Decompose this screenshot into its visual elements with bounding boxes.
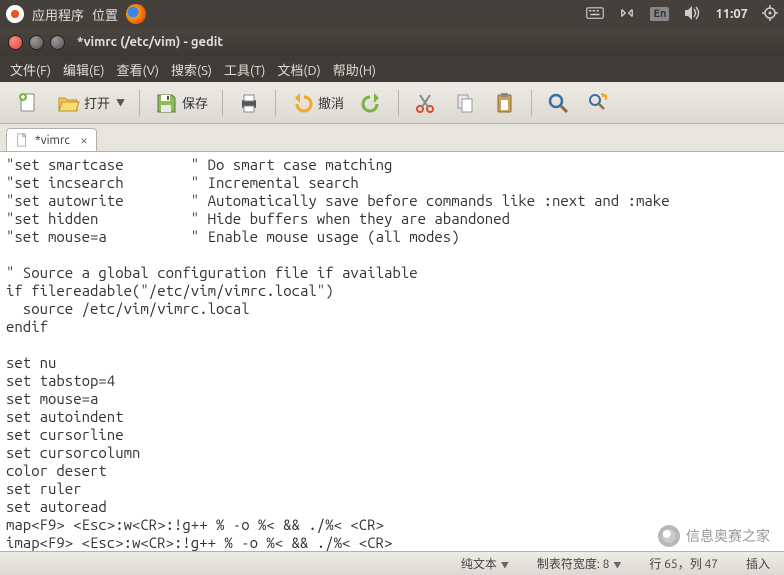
ubuntu-logo-icon[interactable]: [6, 5, 24, 23]
save-button-label: 保存: [182, 93, 208, 112]
save-button[interactable]: 保存: [148, 88, 214, 118]
toolbar-separator: [222, 90, 223, 116]
status-tab-width[interactable]: 制表符宽度: 8▼: [537, 555, 621, 572]
paste-button[interactable]: [487, 88, 523, 118]
watermark-text: 信息奥赛之家: [686, 526, 770, 546]
toolbar: 打开 ▼ 保存 撤消: [0, 82, 784, 124]
copy-button[interactable]: [447, 88, 483, 118]
firefox-icon[interactable]: [126, 4, 146, 24]
editor-textarea[interactable]: "set smartcase " Do smart case matching …: [0, 152, 784, 552]
volume-indicator-icon[interactable]: [683, 5, 701, 24]
toolbar-separator: [398, 90, 399, 116]
redo-button[interactable]: [354, 88, 390, 118]
network-indicator-icon[interactable]: [618, 6, 636, 23]
undo-button[interactable]: 撤消: [284, 88, 350, 118]
desktop-top-panel: 应用程序 位置 En 11:07: [0, 0, 784, 28]
clock[interactable]: 11:07: [715, 7, 748, 21]
places-menu[interactable]: 位置: [92, 5, 118, 24]
applications-menu[interactable]: 应用程序: [32, 5, 84, 24]
tab-close-icon[interactable]: ×: [80, 132, 88, 148]
menu-help[interactable]: 帮助(H): [333, 60, 376, 79]
open-button[interactable]: 打开 ▼: [50, 88, 131, 118]
new-button[interactable]: [10, 88, 46, 118]
status-syntax-mode[interactable]: 纯文本▼: [461, 555, 509, 572]
tab-vimrc[interactable]: *vimrc ×: [6, 128, 97, 151]
file-icon: [15, 133, 29, 147]
find-button[interactable]: [540, 88, 576, 118]
menu-file[interactable]: 文件(F): [10, 60, 51, 79]
toolbar-separator: [139, 90, 140, 116]
watermark: 信息奥赛之家: [658, 525, 770, 547]
toolbar-separator: [531, 90, 532, 116]
watermark-icon: [658, 525, 680, 547]
menu-tools[interactable]: 工具(T): [224, 60, 265, 79]
open-button-label: 打开: [84, 93, 110, 112]
undo-button-label: 撤消: [318, 93, 344, 112]
window-close-button[interactable]: [8, 35, 23, 50]
print-button[interactable]: [231, 88, 267, 118]
document-tabs: *vimrc ×: [0, 124, 784, 152]
menu-bar: 文件(F) 编辑(E) 查看(V) 搜索(S) 工具(T) 文档(D) 帮助(H…: [0, 56, 784, 82]
toolbar-separator: [275, 90, 276, 116]
status-bar: 纯文本▼ 制表符宽度: 8▼ 行 65，列 47 插入: [0, 551, 784, 575]
menu-view[interactable]: 查看(V): [117, 60, 159, 79]
keyboard-indicator-icon[interactable]: [586, 6, 604, 23]
system-gear-icon[interactable]: [762, 5, 778, 24]
menu-search[interactable]: 搜索(S): [171, 60, 212, 79]
input-method-badge[interactable]: En: [650, 7, 669, 21]
tab-label: *vimrc: [35, 134, 70, 147]
find-replace-button[interactable]: [580, 88, 616, 118]
menu-documents[interactable]: 文档(D): [277, 60, 320, 79]
menu-edit[interactable]: 编辑(E): [63, 60, 104, 79]
status-line-col: 行 65，列 47: [649, 555, 718, 572]
window-title-text: *vimrc (/etc/vim) - gedit: [77, 35, 223, 49]
open-dropdown-icon[interactable]: ▼: [116, 96, 125, 109]
window-maximize-button[interactable]: [50, 35, 65, 50]
status-insert-mode[interactable]: 插入: [746, 555, 770, 572]
window-minimize-button[interactable]: [29, 35, 44, 50]
cut-button[interactable]: [407, 88, 443, 118]
window-titlebar: *vimrc (/etc/vim) - gedit: [0, 28, 784, 56]
